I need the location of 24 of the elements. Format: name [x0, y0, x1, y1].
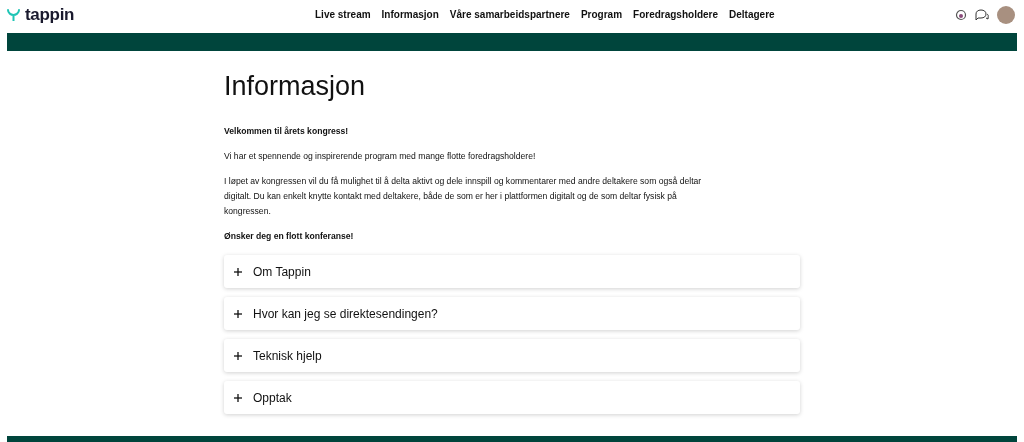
accordion-item[interactable]: Om Tappin [224, 255, 800, 288]
nav-link[interactable]: Våre samarbeidspartnere [449, 8, 570, 22]
heading-text: Velkommen til årets kongress! [224, 125, 350, 138]
avatar[interactable] [997, 6, 1015, 24]
logo[interactable]: tappin [25, 5, 75, 25]
heading-text: Ønsker deg en flott konferanse! [224, 230, 355, 243]
plus-icon [234, 267, 242, 276]
chat-icon[interactable] [975, 9, 989, 21]
page-title: Informasjon [224, 71, 367, 102]
nav-link[interactable]: Foredragsholdere [633, 8, 719, 22]
plus-icon [234, 309, 242, 318]
plus-icon [234, 351, 242, 360]
plus-icon [234, 393, 242, 402]
nav-link[interactable]: Live stream [315, 8, 371, 22]
sprout-icon [7, 9, 20, 21]
accordion-item[interactable]: Teknisk hjelp [224, 339, 800, 372]
accordion-item[interactable]: Opptak [224, 381, 800, 414]
accordion-item[interactable]: Hvor kan jeg se direktesendingen? [224, 297, 800, 330]
nav-link[interactable]: Deltagere [729, 8, 775, 22]
nav-link[interactable]: Informasjon [381, 8, 439, 22]
paragraph: Vi har et spennende og inspirerende program med mange flotte foredragsholdere! [224, 150, 537, 163]
support-icon[interactable] [955, 9, 967, 21]
paragraph: I løpet av kongressen vil du få mulighet til å delta aktivt og dele innspill og kommentarer med andre deltakere som også deltar digitalt. Du kan enkelt knytte kontakt med deltakere, både de som er her i plattformen digitalt og de som deltar fysisk på kongressen. [224, 175, 703, 218]
nav-link[interactable]: Program [580, 8, 623, 22]
